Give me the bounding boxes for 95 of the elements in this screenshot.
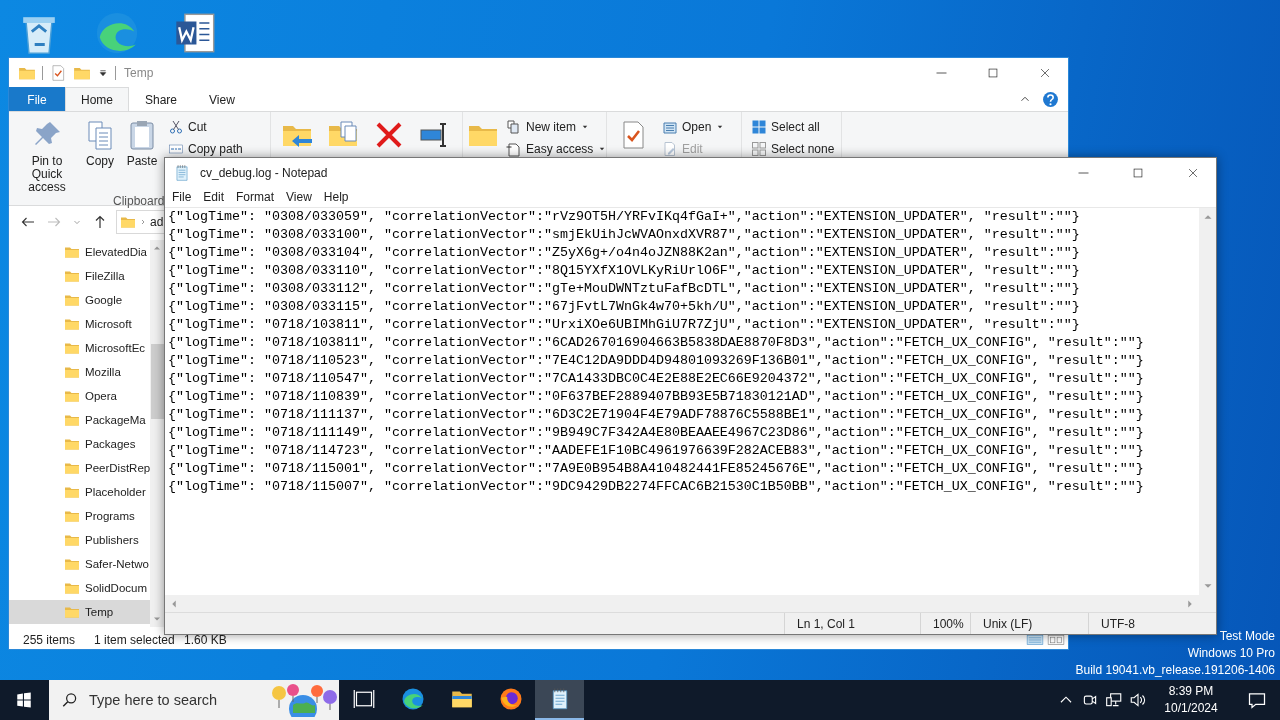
tree-item[interactable]: Publishers xyxy=(9,528,151,552)
ribbon-tab[interactable]: View xyxy=(193,87,251,111)
menu-item[interactable]: File xyxy=(166,187,198,207)
menu-item[interactable]: Edit xyxy=(197,187,231,207)
ribbon-button[interactable]: Pin to Quick access xyxy=(15,115,79,194)
text-line: {"logTime": "0308/033100", "correlationVector":"smjEkUihJcWVAOnxdXVR87","action":"EXTENSION_UPDATER", "result":""} xyxy=(168,226,1081,244)
text-line: {"logTime": "0718/103811", "correlationVector":"UrxiXOe6UBIMhGiU7R7ZjU","action":"EXTENSION_UPDATER", "result":""} xyxy=(168,316,1081,334)
window-title: Temp xyxy=(124,65,154,80)
menu-item[interactable]: Format xyxy=(230,187,281,207)
text-line: {"logTime": "0308/033110", "correlationVector":"8Q15YXfX1OVLKyRiUrlO6F","action":"EXTENSION_UPDATER", "result":""} xyxy=(168,262,1081,280)
tree-item[interactable]: Mozilla xyxy=(9,360,151,384)
minimize-icon xyxy=(935,71,947,74)
text-line: {"logTime": "0718/115007", "correlationVector":"9DC9429DB2274FFCAC6B21530C1B50BB","action":"FETCH_UX_CONFIG", "result":""} xyxy=(168,478,1145,496)
menu-item[interactable]: View xyxy=(280,187,318,207)
maximize-icon xyxy=(986,65,1000,80)
group-label: Clipboard xyxy=(113,194,165,208)
text-line: {"logTime": "0718/110547", "correlationVector":"7CA1433DBC0C4E2E88E2EC66E9204372","action":"FETCH_UX_CONFIG", "result":""} xyxy=(168,370,1145,388)
text-line: {"logTime": "0718/111137", "correlationVector":"6D3C2E71904F4E79ADF78876C5588BE1","action":"FETCH_UX_CONFIG", "result":""} xyxy=(168,406,1145,424)
system-info-text: Build 19041.vb_release.191206-1406 xyxy=(1075,662,1275,679)
tree-item[interactable]: FileZilla xyxy=(9,264,151,288)
system-info-text: Test Mode xyxy=(1218,628,1275,645)
ribbon-button[interactable]: Select all xyxy=(748,117,838,137)
text-line: {"logTime": "0718/103811", "correlationVector":"6CAD267016904663B5838DAE8870F8D3","action":"FETCH_UX_CONFIG", "result":""} xyxy=(168,334,1145,352)
tree-item[interactable]: Temp xyxy=(9,600,151,624)
volume-icon xyxy=(1129,691,1147,709)
taskbar-app-button[interactable] xyxy=(535,680,584,720)
open-icon xyxy=(662,119,678,135)
help-icon xyxy=(1042,90,1059,108)
text-line: {"logTime": "0308/033112", "correlationVector":"gTe+MouDWNTztuFafBcDTL","action":"EXTENSION_UPDATER", "result":""} xyxy=(168,280,1081,298)
tree-item[interactable]: SolidDocum xyxy=(9,576,151,600)
tree-item[interactable]: PackageMa xyxy=(9,408,151,432)
tree-item[interactable]: Programs xyxy=(9,504,151,528)
search-icon xyxy=(61,691,79,709)
windows-logo-icon xyxy=(15,691,33,709)
clock-button[interactable]: 8:39 PM 10/1/2024 xyxy=(1156,680,1226,720)
ribbon-button[interactable]: Cut xyxy=(165,117,246,137)
select-all-icon xyxy=(751,119,767,135)
system-info-text: Windows 10 Pro xyxy=(1186,645,1275,662)
search-field[interactable]: Type here to search xyxy=(87,691,259,709)
notepad-icon xyxy=(173,163,191,182)
text-line: {"logTime": "0718/111149", "correlationVector":"9B949C7F342A4E80BEAAEE4967C23D86","action":"FETCH_UX_CONFIG", "result":""} xyxy=(168,424,1145,442)
status-text: Unix (LF) xyxy=(970,613,1088,634)
tree-item[interactable]: PeerDistRep xyxy=(9,456,151,480)
text-line: {"logTime": "0718/110523", "correlationVector":"7E4C12DA9DDD4D94801093269F136B01","action":"FETCH_UX_CONFIG", "result":""} xyxy=(168,352,1145,370)
scrollbar[interactable] xyxy=(1199,208,1216,595)
ribbon-tab[interactable]: Share xyxy=(129,87,194,111)
browser-icon xyxy=(400,687,425,711)
ribbon-button[interactable]: Open xyxy=(659,117,729,137)
scrollbar-thumb[interactable] xyxy=(150,344,164,419)
network-icon xyxy=(1105,691,1123,709)
ribbon-button[interactable]: New item xyxy=(503,117,611,137)
status-text: 1 item selected xyxy=(94,633,176,647)
maximize-icon xyxy=(1131,165,1145,180)
scrollbar[interactable] xyxy=(150,240,164,627)
task-view-icon xyxy=(351,687,376,711)
text-line: {"logTime": "0718/114723", "correlationVector":"AADEFE1F10BC4961976639F282ACEB83","action":"FETCH_UX_CONFIG", "result":""} xyxy=(168,442,1145,460)
status-text: UTF-8 xyxy=(1088,613,1216,634)
ribbon-tab[interactable]: Home xyxy=(65,87,129,111)
text-line: {"logTime": "0718/110839", "correlationVector":"0F637BEF2889407BB93E5B71830121AD","action":"FETCH_UX_CONFIG", "result":""} xyxy=(168,388,1145,406)
tree-item[interactable]: MicrosoftEc xyxy=(9,336,151,360)
scrollbar[interactable] xyxy=(165,595,1199,612)
text-line: {"logTime": "0718/115001", "correlationVector":"7A9E0B954B8A410482441FE85245676E","action":"FETCH_UX_CONFIG", "result":""} xyxy=(168,460,1145,478)
text-line: {"logTime": "0308/033115", "correlationVector":"67jFvtL7WnGk4w70+5kh/U","action":"EXTENSION_UPDATER", "result":""} xyxy=(168,298,1081,316)
status-text: 255 items xyxy=(23,633,77,647)
ribbon-button[interactable]: Paste xyxy=(121,115,163,194)
new-item-icon xyxy=(506,119,522,135)
tree-item[interactable]: Google xyxy=(9,288,151,312)
window-title: cv_debug.log - Notepad xyxy=(200,165,328,180)
tree-item[interactable]: Packages xyxy=(9,432,151,456)
tree-item[interactable]: Placeholder xyxy=(9,480,151,504)
status-text: 1.60 KB xyxy=(184,633,227,647)
notification-icon xyxy=(1247,690,1267,710)
file-menu-button[interactable]: File xyxy=(9,87,65,111)
tree-item[interactable]: Microsoft xyxy=(9,312,151,336)
scissors-icon xyxy=(168,119,184,135)
minimize-icon xyxy=(1077,171,1089,174)
status-text: 100% xyxy=(920,613,970,634)
menu-item[interactable]: Help xyxy=(317,187,355,207)
ribbon-button[interactable]: Easy access xyxy=(503,139,611,159)
text-line: {"logTime": "0308/033059", "correlationVector":"rVz9OT5H/YRFvIKq4fGaI+","action":"EXTENSION_UPDATER", "result":""} xyxy=(168,208,1081,226)
tree-item[interactable]: Opera xyxy=(9,384,151,408)
tree-item[interactable]: Safer-Netwo xyxy=(9,552,151,576)
status-text: Ln 1, Col 1 xyxy=(784,613,920,634)
browser-icon xyxy=(94,10,140,56)
browser-icon xyxy=(498,687,523,711)
ribbon-button[interactable]: Copy xyxy=(79,115,121,194)
chevron-right-icon xyxy=(139,218,147,226)
ribbon-button[interactable]: Select none xyxy=(748,139,838,159)
properties-icon xyxy=(49,63,67,82)
text-line: {"logTime": "0308/033104", "correlationVector":"Z5yX6g+/o4n4oJZN88K2an","action":"EXTENSION_UPDATER", "result":""} xyxy=(168,244,1081,262)
select-none-icon xyxy=(751,141,767,157)
path-icon xyxy=(168,141,184,157)
search-bar[interactable]: Type here to search xyxy=(49,680,339,720)
ribbon-button[interactable]: Copy path xyxy=(165,139,246,159)
tree-item[interactable]: ElevatedDia xyxy=(9,240,151,264)
